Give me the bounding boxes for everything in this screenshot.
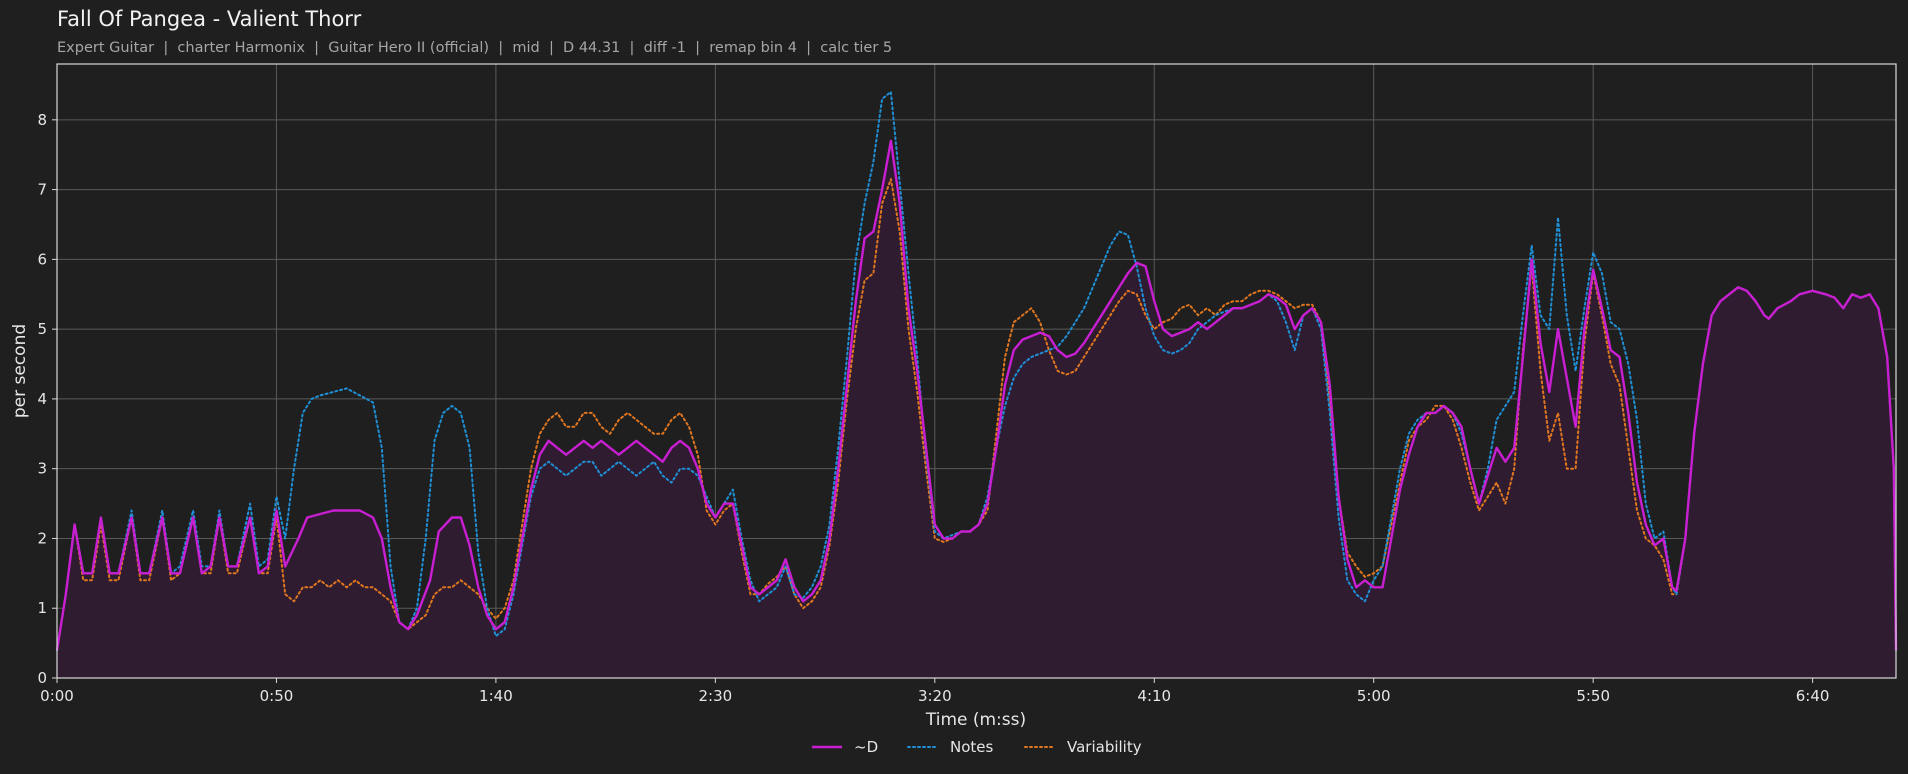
legend: ~D Notes Variability bbox=[812, 738, 1142, 756]
x-axis-label: Time (m:ss) bbox=[925, 710, 1026, 730]
x-tick-label: 0:50 bbox=[260, 687, 294, 705]
x-tick-label: 5:50 bbox=[1576, 687, 1610, 705]
x-axis-ticks: 0:00 0:50 1:40 2:30 3:20 4:10 5:00 5:50 6:40 bbox=[40, 678, 1829, 705]
x-tick-label: 6:40 bbox=[1796, 687, 1830, 705]
y-axis-ticks: 0 1 2 3 4 5 6 7 8 bbox=[37, 111, 57, 687]
y-tick-label: 7 bbox=[37, 181, 47, 199]
x-tick-label: 2:30 bbox=[699, 687, 733, 705]
y-tick-label: 8 bbox=[37, 111, 47, 129]
y-tick-label: 6 bbox=[37, 250, 47, 268]
y-tick-label: 0 bbox=[37, 669, 47, 687]
y-tick-label: 2 bbox=[37, 529, 47, 547]
y-axis-label: per second bbox=[10, 324, 30, 418]
x-tick-label: 1:40 bbox=[479, 687, 513, 705]
x-tick-label: 3:20 bbox=[918, 687, 952, 705]
x-tick-label: 0:00 bbox=[40, 687, 74, 705]
y-tick-label: 1 bbox=[37, 599, 47, 617]
y-tick-label: 3 bbox=[37, 460, 47, 478]
legend-label: ~D bbox=[854, 738, 878, 756]
legend-label: Notes bbox=[950, 738, 994, 756]
y-tick-label: 5 bbox=[37, 320, 47, 338]
y-tick-label: 4 bbox=[37, 390, 47, 408]
x-tick-label: 4:10 bbox=[1137, 687, 1171, 705]
legend-label: Variability bbox=[1067, 738, 1142, 756]
chart-svg: 0:00 0:50 1:40 2:30 3:20 4:10 5:00 5:50 6:40 0 1 2… bbox=[10, 63, 1898, 756]
x-tick-label: 5:00 bbox=[1357, 687, 1391, 705]
